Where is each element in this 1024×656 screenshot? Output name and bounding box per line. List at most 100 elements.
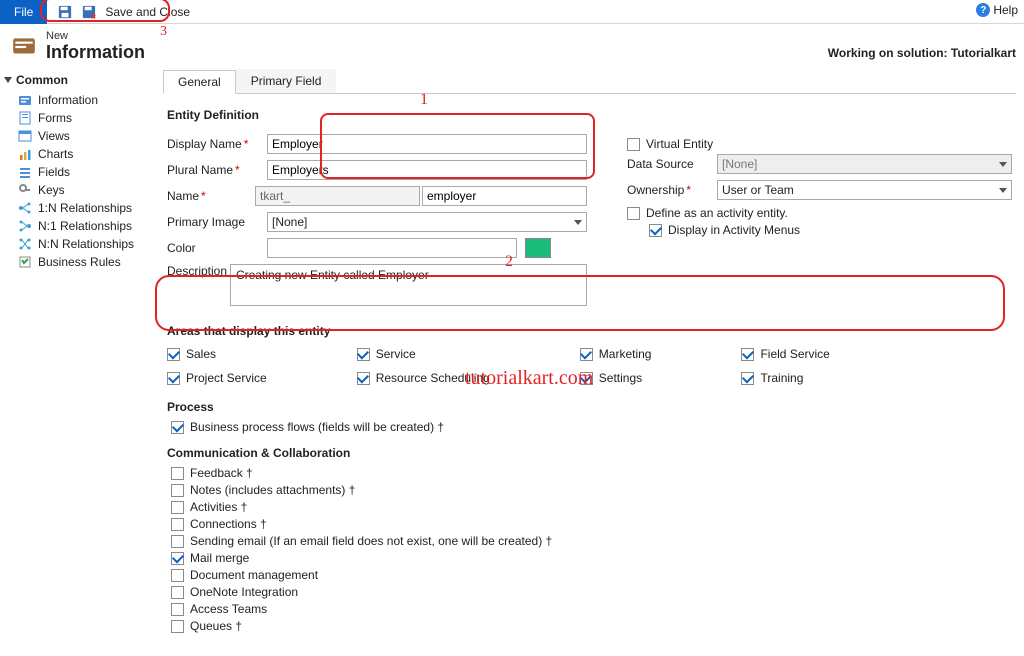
comm-feedback--checkbox[interactable] — [171, 467, 184, 480]
page-header: New Information Working on solution: Tut… — [0, 24, 1024, 67]
nav-item-n-n-relationships[interactable]: N:N Relationships — [4, 235, 151, 253]
activity-entity-label: Define as an activity entity. — [646, 206, 788, 220]
area-service-checkbox[interactable] — [357, 348, 370, 361]
comm-item-label: Connections † — [190, 517, 267, 531]
name-label: Name* — [167, 189, 255, 203]
chevron-down-icon — [4, 77, 12, 83]
comm-item-label: Notes (includes attachments) † — [190, 483, 355, 497]
color-input[interactable] — [267, 238, 517, 258]
info-icon — [18, 93, 32, 107]
description-textarea[interactable]: Creating new Entity called Employer — [230, 264, 587, 306]
views-icon — [18, 129, 32, 143]
chevron-down-icon — [999, 188, 1007, 193]
primary-image-select[interactable]: [None] — [267, 212, 587, 232]
virtual-entity-checkbox[interactable] — [627, 138, 640, 151]
primary-image-label: Primary Image — [167, 215, 267, 229]
rel1n-icon — [18, 201, 32, 215]
left-nav: Common InformationForms Views Charts Fields… — [0, 67, 155, 656]
nav-item-label: Charts — [38, 147, 73, 161]
comm-item-label: Mail merge — [190, 551, 249, 565]
area-sales-checkbox[interactable] — [167, 348, 180, 361]
page-title: Information — [46, 42, 145, 63]
comm-sending-email-if-an-email-field-does-not-exist-one-will-be-created--checkbox[interactable] — [171, 535, 184, 548]
comm-mail-merge-checkbox[interactable] — [171, 552, 184, 565]
display-name-label: Display Name* — [167, 137, 267, 151]
reln1-icon — [18, 219, 32, 233]
activity-entity-checkbox[interactable] — [627, 207, 640, 220]
nav-item-label: Business Rules — [38, 255, 121, 269]
forms-icon — [18, 111, 32, 125]
nav-item-information[interactable]: Information — [4, 91, 151, 109]
content-pane: General Primary Field Entity Definition … — [155, 67, 1024, 656]
tab-primary-label: Primary Field — [251, 74, 322, 88]
comm-onenote-integration-checkbox[interactable] — [171, 586, 184, 599]
nav-item-1-n-relationships[interactable]: 1:N Relationships — [4, 199, 151, 217]
relnn-icon — [18, 237, 32, 251]
display-activity-menus-checkbox[interactable] — [649, 224, 662, 237]
ownership-value: User or Team — [722, 183, 794, 197]
nav-item-charts[interactable]: Charts — [4, 145, 151, 163]
display-name-input[interactable] — [267, 134, 587, 154]
tab-bar: General Primary Field — [163, 69, 1016, 94]
virtual-entity-label: Virtual Entity — [646, 137, 713, 151]
name-input[interactable] — [422, 186, 587, 206]
area-settings-checkbox[interactable] — [580, 372, 593, 385]
chevron-down-icon — [574, 220, 582, 225]
data-source-select[interactable]: [None] — [717, 154, 1012, 174]
nav-section-common[interactable]: Common — [4, 73, 151, 87]
rules-icon — [18, 255, 32, 269]
comm-connections--checkbox[interactable] — [171, 518, 184, 531]
comm-notes-includes-attachments--checkbox[interactable] — [171, 484, 184, 497]
area-marketing-checkbox[interactable] — [580, 348, 593, 361]
save-close-button[interactable]: Save and Close — [47, 0, 200, 24]
area-resource-scheduling-checkbox[interactable] — [357, 372, 370, 385]
plural-name-input[interactable] — [267, 160, 587, 180]
section-process-title: Process — [167, 400, 1012, 414]
fields-icon — [18, 165, 32, 179]
section-areas-title: Areas that display this entity — [167, 324, 1012, 338]
comm-item-label: Sending email (If an email field does no… — [190, 534, 552, 548]
section-entity-definition: Entity Definition — [167, 108, 1012, 122]
name-prefix-input — [255, 186, 420, 206]
area-field-service-checkbox[interactable] — [741, 348, 754, 361]
chevron-down-icon — [999, 162, 1007, 167]
nav-item-n-1-relationships[interactable]: N:1 Relationships — [4, 217, 151, 235]
comm-document-management-checkbox[interactable] — [171, 569, 184, 582]
ownership-select[interactable]: User or Team — [717, 180, 1012, 200]
bpf-label: Business process flows (fields will be c… — [190, 420, 444, 434]
nav-item-business-rules[interactable]: Business Rules — [4, 253, 151, 271]
save-close-label: Save and Close — [105, 5, 190, 19]
tab-general[interactable]: General — [163, 70, 236, 94]
file-menu-button[interactable]: File — [0, 0, 47, 24]
data-source-value: [None] — [722, 157, 757, 171]
nav-item-fields[interactable]: Fields — [4, 163, 151, 181]
area-label: Resource Scheduling — [376, 371, 490, 385]
nav-item-label: Views — [38, 129, 70, 143]
tab-primary-field[interactable]: Primary Field — [236, 69, 337, 93]
top-toolbar: File Save and Close ? Help 3 — [0, 0, 1024, 24]
comm-item-label: Activities † — [190, 500, 247, 514]
help-link[interactable]: ? Help — [976, 3, 1018, 17]
nav-item-views[interactable]: Views — [4, 127, 151, 145]
nav-item-label: 1:N Relationships — [38, 201, 132, 215]
comm-access-teams-checkbox[interactable] — [171, 603, 184, 616]
nav-item-label: Fields — [38, 165, 70, 179]
area-project-service-checkbox[interactable] — [167, 372, 180, 385]
area-label: Training — [760, 371, 803, 385]
area-training-checkbox[interactable] — [741, 372, 754, 385]
color-swatch[interactable] — [525, 238, 551, 258]
nav-item-label: Keys — [38, 183, 65, 197]
comm-activities--checkbox[interactable] — [171, 501, 184, 514]
nav-section-label: Common — [16, 73, 68, 87]
color-label: Color — [167, 241, 267, 255]
comm-queues--checkbox[interactable] — [171, 620, 184, 633]
area-label: Settings — [599, 371, 642, 385]
entity-icon — [10, 33, 38, 61]
comm-item-label: Access Teams — [190, 602, 267, 616]
nav-item-keys[interactable]: Keys — [4, 181, 151, 199]
bpf-checkbox[interactable] — [171, 421, 184, 434]
nav-item-forms[interactable]: Forms — [4, 109, 151, 127]
file-label: File — [14, 5, 33, 19]
nav-item-label: N:N Relationships — [38, 237, 134, 251]
section-comm-title: Communication & Collaboration — [167, 446, 1012, 460]
